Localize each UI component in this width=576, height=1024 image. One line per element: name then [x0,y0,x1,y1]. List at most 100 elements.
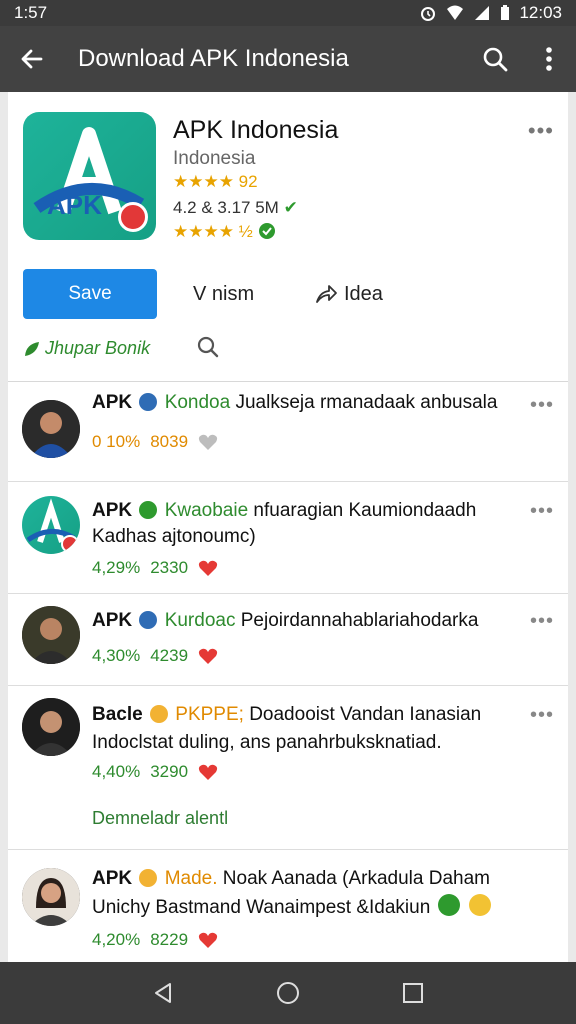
card-search-icon[interactable] [195,334,221,360]
heart-icon[interactable] [198,763,218,781]
leaf-promo-icon [25,341,39,356]
share-button-label: Idea [344,282,383,305]
stat-percent: 4,29% [92,558,141,577]
post-header: APK Kwaobaie nfuaragian Kaumiondaadh [92,498,528,524]
post-text: Pejoirdannahablariahodarka [240,610,479,631]
list-item[interactable]: APK Kondoa Jualkseja rmanadaak anbusala … [8,382,568,482]
item-more-icon[interactable]: ••• [530,500,554,523]
avatar[interactable] [22,606,80,664]
avatar[interactable] [22,400,80,458]
leaf-badge-icon [139,501,158,519]
heart-icon[interactable] [198,433,218,451]
list-item[interactable]: APK Kurdoac Pejoirdannahablariahodarka 4… [8,594,568,686]
stat-count: 8229 [150,930,189,949]
post-stats: 4,30% 4239 [92,646,218,666]
promo-link[interactable]: Jhupar Bonik [23,338,150,359]
post-tag: Made. [164,868,218,889]
stat-count: 8039 [150,432,189,451]
download-link[interactable]: Demneladr alentl [92,808,228,829]
item-more-icon[interactable]: ••• [530,610,554,633]
app-bar: Download APK Indonesia [0,26,576,92]
wifi-icon [447,5,464,20]
save-button[interactable]: Save [23,269,157,319]
nav-home-button[interactable] [268,973,308,1013]
nav-back-button[interactable] [143,973,183,1013]
app-rating-secondary-text: ★★★★ ½ [173,222,253,241]
app-rating: ★★★★ 92 [173,172,258,191]
status-icons: 12:03 [419,3,562,23]
smile-emoji-icon [468,894,491,916]
nav-recents-button[interactable] [393,973,433,1013]
stat-count: 4239 [150,646,189,665]
item-more-icon[interactable]: ••• [530,394,554,417]
avatar[interactable] [22,868,80,926]
back-button[interactable] [0,26,64,92]
status-clock: 12:03 [519,3,562,22]
person-avatar-icon [22,606,80,664]
status-time: 1:57 [14,3,48,22]
author-avatar-icon [139,393,158,411]
back-arrow-icon [21,49,43,69]
post-author: APK [92,500,133,521]
list-item[interactable]: APK Made. Noak Aanada (Arkadula Daham Un… [8,850,568,962]
heart-icon[interactable] [198,647,218,665]
stat-count: 2330 [150,558,189,577]
more-vert-icon [546,47,552,71]
post-author: Bacle [92,704,143,725]
post-text-line2: Indoclstat duling, ans panahrbuksknatiad… [92,732,442,753]
share-arrow-icon [316,285,337,303]
stat-percent: 4,40% [92,762,141,781]
page-title: Download APK Indonesia [78,45,349,72]
post-tag: Kwaobaie [164,500,249,521]
secondary-button-1[interactable]: V nism [193,269,254,319]
battery-icon [501,5,510,20]
post-author: APK [92,392,133,413]
search-button[interactable] [468,26,522,92]
app-developer[interactable]: Indonesia [173,148,255,170]
stat-percent: 0 10% [92,432,141,451]
post-header: Bacle PKPPE; Doadooist Vandan Ianasian [92,702,528,728]
post-text-line2: Unichy Bastmand Wanaimpest &Idakiun [92,894,538,921]
post-header: APK Made. Noak Aanada (Arkadula Daham [92,866,528,892]
card-more-icon[interactable]: ••• [528,118,554,144]
list-item[interactable]: Bacle PKPPE; Doadooist Vandan Ianasian I… [8,686,568,850]
person-avatar-icon [22,400,80,458]
post-text: Doadooist Vandan Ianasian [249,704,482,725]
person-avatar-icon [22,698,80,756]
heart-icon[interactable] [198,559,218,577]
promo-text: Jhupar Bonik [45,338,151,358]
post-tag: Kurdoac [164,610,236,631]
list-item[interactable]: APK Kwaobaie nfuaragian Kaumiondaadh Kad… [8,482,568,594]
heart-icon[interactable] [198,931,218,949]
item-more-icon[interactable]: ••• [530,704,554,727]
stat-count: 3290 [150,762,189,781]
post-author: APK [92,868,133,889]
nav-recents-icon [403,983,424,1003]
system-nav-bar [0,962,576,1024]
emoji-icon [149,705,168,723]
app-logo[interactable]: APK [23,112,156,240]
person-avatar-icon [22,868,80,926]
post-tag: PKPPE; [175,704,244,725]
share-button[interactable]: Idea [314,269,383,319]
logo-badge [118,202,148,232]
post-text: nfuaragian Kaumiondaadh [253,500,477,521]
overflow-menu-button[interactable] [522,26,576,92]
avatar[interactable] [22,698,80,756]
stat-percent: 4,30% [92,646,141,665]
post-text: Noak Aanada (Arkadula Daham [222,868,490,889]
secondary-button-1-label: V nism [193,282,255,305]
emoji-icon [139,869,158,887]
post-text-line2: Kadhas ajtonoumc) [92,526,256,547]
leaf-icon: ✔ [283,198,298,217]
verified-icon [258,223,275,239]
nav-back-icon [154,983,171,1003]
post-stats: 0 10% 8039 [92,432,218,452]
app-name: APK Indonesia [173,116,339,144]
avatar[interactable] [22,496,80,554]
post-header: APK Kurdoac Pejoirdannahablariahodarka [92,608,528,634]
app-meta-text: 4.2 & 3.17 5M [173,198,279,217]
search-icon [483,47,508,72]
avatar-badge [61,535,79,553]
app-rating-secondary: ★★★★ ½ [173,222,276,242]
